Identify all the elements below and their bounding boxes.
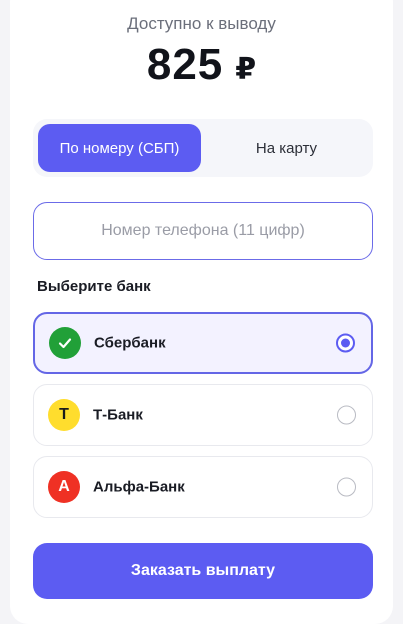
payout-method-tabs: По номеру (СБП) На карту bbox=[33, 119, 373, 177]
balance-amount: 825 bbox=[146, 40, 224, 89]
ruble-icon: ₽ bbox=[235, 53, 257, 86]
radio-alfabank[interactable] bbox=[337, 477, 356, 497]
bank-name-alfabank: Альфа-Банк bbox=[93, 478, 185, 496]
phone-number-input[interactable] bbox=[33, 202, 373, 260]
radio-tbank[interactable] bbox=[337, 405, 356, 425]
bank-name-tbank: Т-Банк bbox=[93, 406, 143, 424]
tab-sbp[interactable]: По номеру (СБП) bbox=[38, 124, 201, 172]
bank-section-title: Выберите банк bbox=[37, 278, 151, 295]
radio-sberbank[interactable] bbox=[336, 333, 355, 353]
bank-option-alfabank[interactable]: А Альфа-Банк bbox=[33, 456, 373, 518]
tab-card[interactable]: На карту bbox=[205, 124, 368, 172]
alfabank-logo-icon: А bbox=[48, 471, 80, 503]
balance-display: 825 ₽ bbox=[0, 40, 403, 90]
bank-option-sberbank[interactable]: Сбербанк bbox=[33, 312, 373, 374]
tbank-logo-icon: Т bbox=[48, 399, 80, 431]
bank-option-tbank[interactable]: Т Т-Банк bbox=[33, 384, 373, 446]
request-payout-button[interactable]: Заказать выплату bbox=[33, 543, 373, 599]
balance-label: Доступно к выводу bbox=[127, 14, 276, 33]
bank-name-sberbank: Сбербанк bbox=[94, 334, 166, 352]
check-icon bbox=[48, 327, 81, 359]
